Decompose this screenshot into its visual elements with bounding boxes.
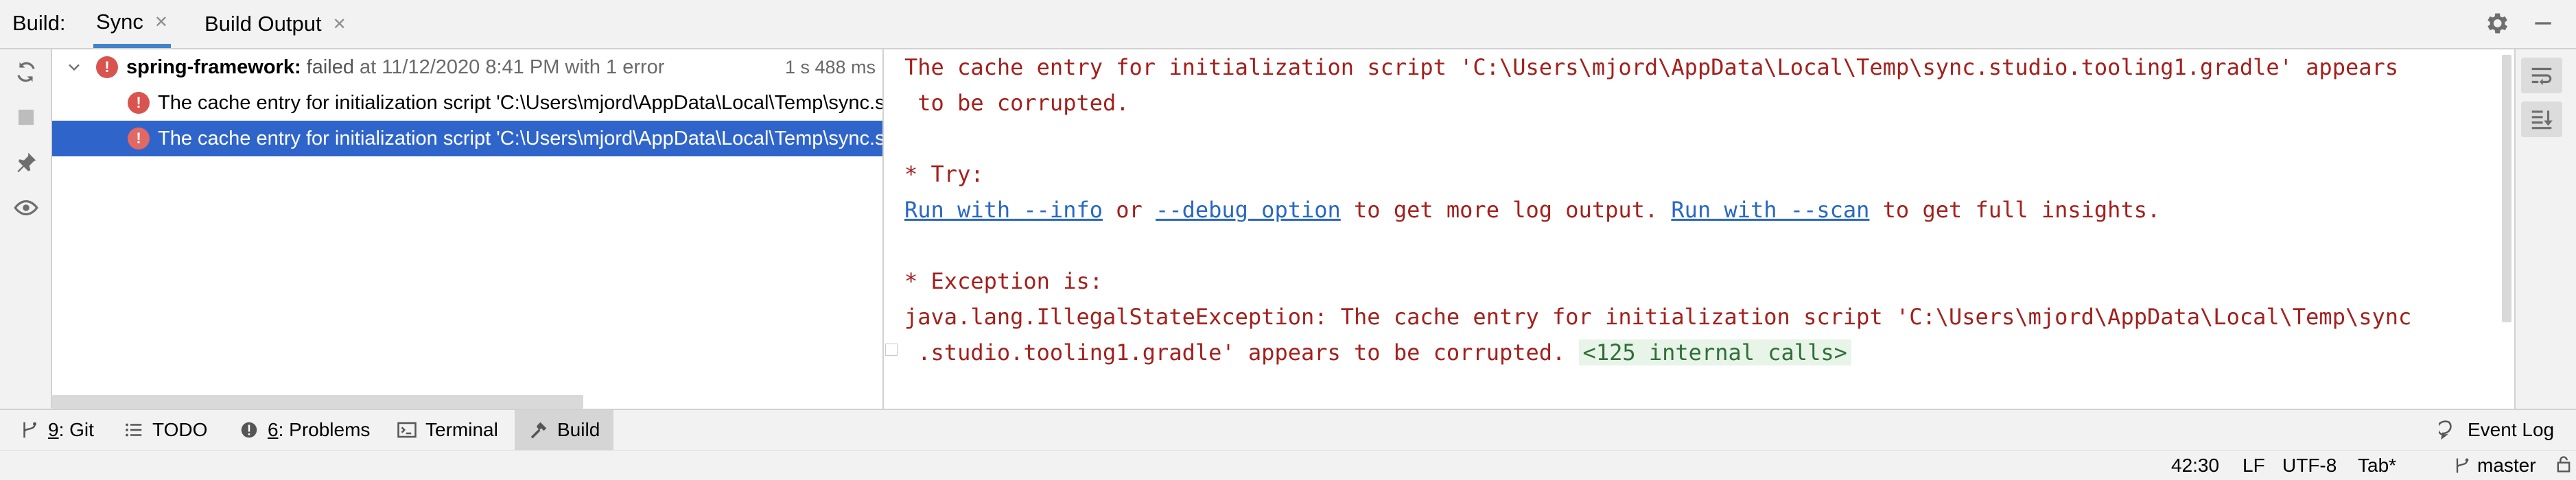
error-icon: ! [128, 92, 150, 114]
pin-icon[interactable] [13, 149, 39, 176]
tab-build-output[interactable]: Build Output ✕ [204, 0, 347, 48]
tool-problems-mnemonic: 6 [268, 419, 279, 440]
list-icon [126, 423, 142, 437]
speech-bubble-icon [2439, 420, 2452, 440]
console-exception-heading: * Exception is: [904, 268, 1103, 294]
console-text: to get full insights. [1869, 197, 2161, 223]
tree-error-item-selected[interactable]: ! The cache entry for initialization scr… [52, 121, 882, 156]
tab-build-output-label: Build Output [204, 12, 322, 36]
error-icon: ! [128, 128, 150, 149]
sync-icon[interactable] [13, 59, 39, 85]
console-line: to be corrupted. [904, 90, 1129, 116]
line-separator[interactable]: LF [2243, 455, 2265, 477]
vcs-branch[interactable]: master [2452, 455, 2536, 477]
close-icon[interactable]: ✕ [333, 14, 347, 34]
run-with-scan-link[interactable]: Run with --scan [1671, 197, 1869, 223]
git-branch-icon [23, 422, 36, 438]
console-text: or [1102, 197, 1156, 223]
event-log-label: Event Log [2468, 419, 2555, 440]
build-left-toolbar [0, 49, 52, 409]
error-message: The cache entry for initialization scrip… [158, 127, 882, 149]
tool-todo-label: TODO [152, 419, 208, 440]
file-encoding[interactable]: UTF-8 [2282, 455, 2337, 477]
caret-position[interactable]: 42:30 [2171, 455, 2219, 477]
run-with-info-link[interactable]: Run with --info [904, 197, 1103, 223]
tool-problems-label: : Problems [278, 419, 371, 440]
console-line: The cache entry for initialization scrip… [904, 54, 2399, 80]
status-bar: 42:30 LF UTF-8 Tab* master [0, 450, 2576, 480]
tree-error-item[interactable]: ! The cache entry for initialization scr… [52, 85, 882, 121]
project-name: spring-framework: [126, 56, 301, 78]
tree-root-row[interactable]: ! spring-framework: failed at 11/12/2020… [52, 49, 882, 85]
minimize-icon[interactable] [2529, 10, 2557, 37]
tool-terminal[interactable]: Terminal [397, 410, 498, 450]
tool-todo[interactable]: TODO [124, 410, 207, 450]
chevron-down-icon[interactable] [65, 58, 84, 77]
console-right-toolbar [2514, 49, 2576, 409]
git-branch-icon [2456, 458, 2469, 473]
internal-calls-fold[interactable]: <125 internal calls> [1578, 339, 1851, 365]
scroll-to-end-icon[interactable] [2521, 101, 2562, 137]
error-icon: ! [96, 56, 118, 78]
debug-option-link[interactable]: --debug option [1156, 197, 1341, 223]
console-try-line: Run with --info or --debug option to get… [904, 192, 2160, 228]
error-message: The cache entry for initialization scrip… [158, 91, 882, 114]
console-try-heading: * Try: [904, 161, 984, 187]
tool-git-label: : Git [58, 419, 94, 440]
tool-event-log[interactable]: Event Log [2439, 410, 2554, 450]
tool-build-label: Build [557, 419, 600, 440]
sync-details: at 11/12/2020 8:41 PM with 1 error [354, 56, 665, 78]
branch-name: master [2477, 455, 2536, 476]
hammer-icon [530, 422, 547, 439]
sync-status: failed [301, 56, 354, 78]
indent-setting[interactable]: Tab* [2358, 455, 2396, 477]
build-tab-bar: Build: Sync ✕ Build Output ✕ [0, 0, 2576, 49]
tab-sync-label: Sync [96, 10, 143, 34]
build-console: The cache entry for initialization scrip… [884, 49, 2514, 409]
tool-git[interactable]: 9: Git [19, 410, 94, 450]
tool-git-mnemonic: 9 [48, 419, 59, 440]
tool-terminal-label: Terminal [425, 419, 498, 440]
gear-icon[interactable] [2483, 10, 2510, 37]
fold-expand-icon[interactable] [885, 344, 898, 356]
tool-problems[interactable]: 6: Problems [239, 410, 370, 450]
tool-window-bar: 9: Git TODO 6: Problems Terminal Build E… [0, 409, 2576, 451]
tab-sync[interactable]: Sync ✕ [93, 0, 172, 48]
console-line: java.lang.IllegalStateException: The cac… [904, 304, 2412, 330]
eye-icon[interactable] [13, 195, 39, 221]
close-icon[interactable]: ✕ [154, 12, 168, 32]
stop-icon[interactable] [13, 104, 39, 130]
terminal-icon [397, 422, 417, 438]
console-text: to get more log output. [1340, 197, 1672, 223]
tool-build[interactable]: Build [515, 410, 614, 450]
build-label: Build: [12, 11, 66, 35]
problems-icon [241, 422, 257, 438]
horizontal-scrollbar[interactable] [52, 395, 583, 409]
lock-icon[interactable] [2554, 455, 2573, 474]
console-text: .studio.tooling1.gradle' appears to be c… [904, 339, 1566, 365]
console-exception-line: .studio.tooling1.gradle' appears to be c… [904, 335, 1851, 370]
build-tree: ! spring-framework: failed at 11/12/2020… [52, 49, 882, 409]
vertical-scrollbar[interactable] [2502, 55, 2511, 322]
sync-duration: 1 s 488 ms [784, 56, 876, 77]
soft-wrap-icon[interactable] [2521, 58, 2562, 93]
